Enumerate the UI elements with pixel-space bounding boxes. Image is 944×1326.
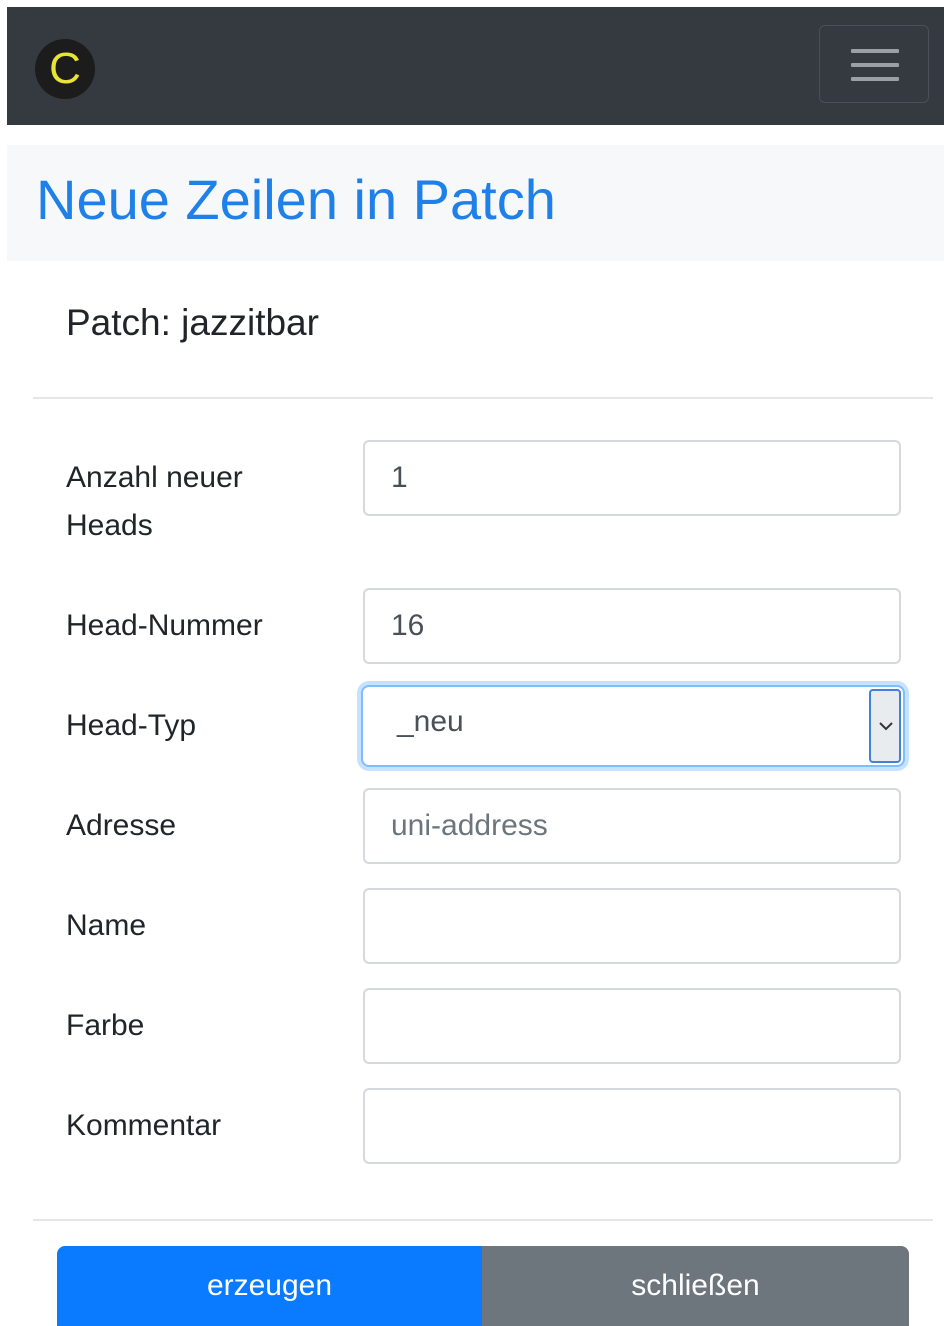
head-nummer-input[interactable]	[363, 588, 901, 664]
head-nummer-label: Head-Nummer	[66, 609, 263, 642]
head-typ-label: Head-Typ	[66, 709, 197, 742]
name-input[interactable]	[363, 888, 901, 964]
adresse-input[interactable]	[363, 788, 901, 864]
divider-top	[33, 397, 933, 399]
patch-label: Patch: jazzitbar	[66, 302, 319, 343]
name-label: Name	[66, 909, 147, 942]
kommentar-input[interactable]	[363, 1088, 901, 1164]
page-header: Neue Zeilen in Patch	[7, 145, 944, 261]
brand-logo-letter: C	[49, 44, 81, 93]
anzahl-label: Anzahl neuer Heads	[66, 461, 243, 542]
navbar: C	[7, 7, 944, 125]
page-title: Neue Zeilen in Patch	[36, 168, 556, 231]
farbe-input[interactable]	[363, 988, 901, 1064]
schliessen-button[interactable]: schließen	[482, 1246, 909, 1326]
adresse-label: Adresse	[66, 809, 177, 842]
navbar-toggler-button[interactable]	[819, 25, 929, 103]
head-typ-select[interactable]: _neu	[361, 685, 905, 767]
head-typ-selected-value: _neu	[397, 705, 464, 738]
brand-logo[interactable]: C	[35, 39, 95, 99]
divider-bottom	[33, 1219, 933, 1221]
anzahl-input[interactable]	[363, 440, 901, 516]
erzeugen-button[interactable]: erzeugen	[57, 1246, 482, 1326]
chevron-down-icon[interactable]	[869, 689, 901, 763]
farbe-label: Farbe	[66, 1009, 145, 1042]
kommentar-label: Kommentar	[66, 1109, 222, 1142]
